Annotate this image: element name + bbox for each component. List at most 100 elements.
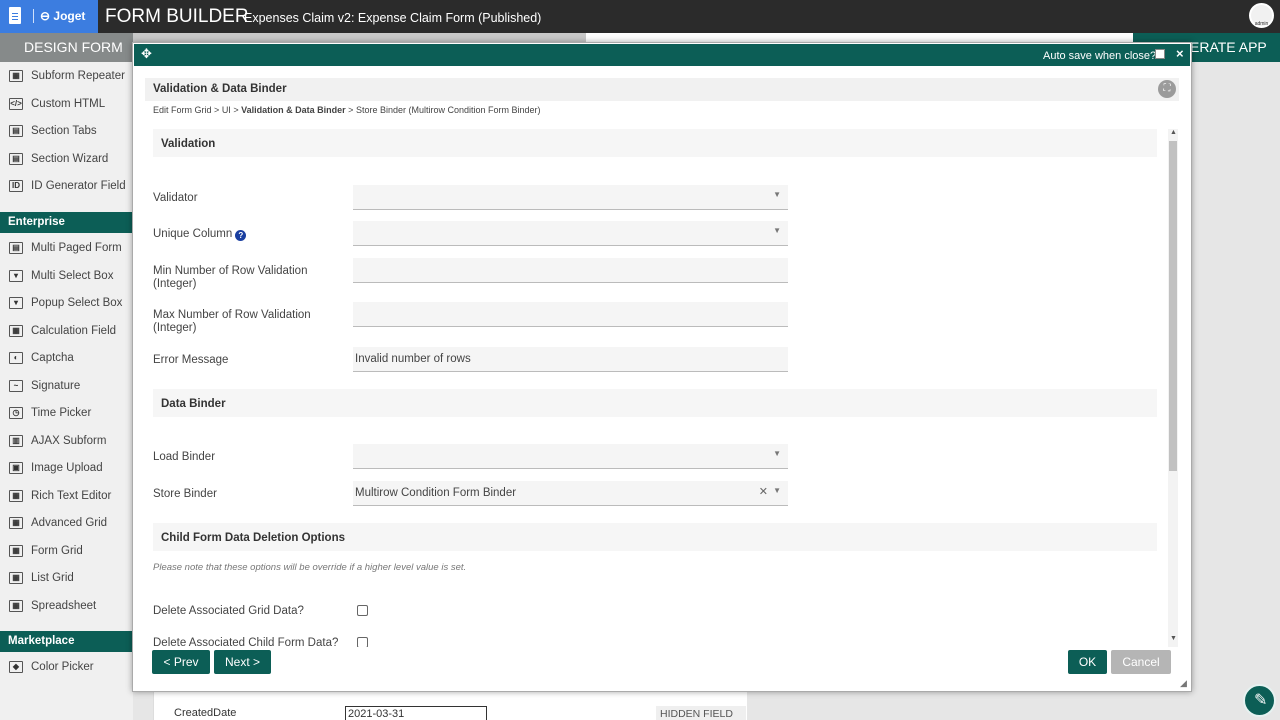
palette-item-rich-text-editor[interactable]: ▦ Rich Text Editor [6,483,131,510]
pencil-icon: ✎ [1254,692,1268,709]
store-binder-label: Store Binder [153,488,217,500]
palette-item-advanced-grid[interactable]: ▦ Advanced Grid [6,510,131,537]
error-message-input[interactable]: Invalid number of rows [353,347,788,372]
palette-item-captcha[interactable]: ◐ Captcha [6,345,131,372]
palette-item-popup-select-box[interactable]: ▾ Popup Select Box [6,290,131,317]
palette-item-label: AJAX Subform [31,434,107,447]
palette-item-image-upload[interactable]: ▣ Image Upload [6,455,131,482]
chevron-down-icon: ▼ [773,486,781,495]
validator-label: Validator [153,192,198,204]
load-binder-label: Load Binder [153,451,216,463]
palette-item-label: Color Picker [31,661,94,673]
delete-grid-label: Delete Associated Grid Data? [153,605,304,617]
breadcrumb-separator: > [233,105,239,115]
help-icon[interactable]: ? [235,230,247,241]
palette-item-form-grid[interactable]: ▦ Form Grid [6,538,131,565]
deletion-note: Please note that these options will be o… [153,562,467,573]
palette-item-label: Custom HTML [31,97,106,110]
palette-item-label: ID Generator Field [31,180,126,192]
palette-item-label: Image Upload [31,462,103,474]
ajax-subform-icon: ▥ [9,434,23,447]
palette-item-ajax-subform[interactable]: ▥ AJAX Subform [6,428,131,455]
palette-item-custom-html[interactable]: </> Custom HTML [6,91,131,118]
breadcrumb-item[interactable]: UI [222,105,231,115]
breadcrumb-item[interactable]: Store Binder (Multirow Condition Form Bi… [356,105,541,115]
app-title: FORM BUILDER [105,6,249,27]
palette-item-label: Rich Text Editor [31,489,112,502]
fullscreen-icon[interactable]: ⛶ [1158,80,1176,98]
scrollbar[interactable]: ▲ ▼ [1168,129,1178,647]
palette-item-time-picker[interactable]: ◷ Time Picker [6,400,131,427]
scroll-up-icon[interactable]: ▲ [1170,129,1177,136]
breadcrumb-item[interactable]: Edit Form Grid [153,105,212,115]
time-picker-icon: ◷ [9,407,23,419]
advanced-grid-icon: ▦ [9,517,23,529]
unique-column-select[interactable]: ▼ [353,221,788,246]
palette-item-id-generator-field[interactable]: ID ID Generator Field [6,173,131,200]
dialog-titlebar[interactable]: ✥ Auto save when close? × [134,44,1190,66]
edit-fab-button[interactable]: ✎ [1243,684,1276,717]
palette-item-signature[interactable]: ~ Signature [6,373,131,400]
hidden-field-badge: HIDDEN FIELD [656,706,746,720]
panel-header: Validation & Data Binder ⛶ [145,78,1179,101]
delete-grid-checkbox[interactable] [357,605,368,616]
move-icon[interactable]: ✥ [141,46,152,62]
min-rows-input[interactable] [353,258,788,283]
created-date-field[interactable]: 2021-03-31 [345,706,487,720]
breadcrumb-separator: > [214,105,220,115]
palette-item-calculation-field[interactable]: ▦ Calculation Field [6,318,131,345]
palette-item-label: Advanced Grid [31,517,108,529]
palette-item-section-wizard[interactable]: ▤ Section Wizard [6,146,131,173]
load-binder-select[interactable]: ▼ [353,444,788,469]
chevron-down-icon: ▼ [773,449,781,458]
properties-dialog: ✥ Auto save when close? × Validation & D… [132,42,1192,692]
palette-item-multi-paged-form[interactable]: ▤ Multi Paged Form [6,235,131,262]
calculation-field-icon: ▦ [9,324,23,337]
max-rows-label: Max Number of Row Validation (Integer) [153,309,311,334]
id-generator-field-icon: ID [9,180,23,192]
error-message-label: Error Message [153,354,229,366]
captcha-icon: ◐ [9,352,23,364]
panel-title: Validation & Data Binder [153,83,287,95]
prev-button[interactable]: < Prev [152,650,210,674]
scrollbar-thumb[interactable] [1169,141,1177,471]
popup-select-box-icon: ▾ [9,297,23,309]
form-subtitle: Expenses Claim v2: Expense Claim Form (P… [244,11,542,25]
delete-child-checkbox[interactable] [357,637,368,647]
resize-handle-icon[interactable]: ◢ [1180,678,1187,689]
palette-item-label: Section Wizard [31,152,109,165]
store-binder-select[interactable]: Multirow Condition Form Binder ✕ ▼ [353,481,788,506]
chevron-down-icon: ▼ [773,190,781,199]
palette-item-label: Form Grid [31,544,83,557]
palette-item-section-tabs[interactable]: ▤ Section Tabs [6,118,131,145]
cancel-button[interactable]: Cancel [1111,650,1171,674]
palette-item-label: List Grid [31,572,74,584]
auto-save-checkbox[interactable] [1155,49,1165,59]
validator-select[interactable]: ▼ [353,185,788,210]
palette-item-spreadsheet[interactable]: ▦ Spreadsheet [6,593,131,620]
joget-logo: ⊖ Joget [40,9,86,23]
palette-item-label: Multi Paged Form [31,242,122,254]
close-icon[interactable]: × [1176,46,1184,61]
sidebar-header-enterprise: Enterprise [0,212,132,233]
logo-area[interactable]: ⊖ Joget [0,0,98,33]
rich-text-editor-icon: ▦ [9,489,23,502]
chevron-down-icon: ▼ [773,226,781,235]
next-button[interactable]: Next > [214,650,271,674]
document-icon [9,7,21,24]
palette-item-multi-select-box[interactable]: ▾ Multi Select Box [6,263,131,290]
clear-icon[interactable]: ✕ [759,485,768,498]
scroll-down-icon[interactable]: ▼ [1170,635,1177,642]
palette-item-color-picker[interactable]: ◆ Color Picker [6,654,131,681]
palette-item-list-grid[interactable]: ▦ List Grid [6,565,131,592]
properties-scroll-area[interactable]: Validation Validator ▼ Unique Column? ▼ … [153,129,1157,647]
breadcrumb-separator: > [348,105,354,115]
section-deletion-options: Child Form Data Deletion Options [153,523,1157,551]
palette-item-label: Subform Repeater [31,70,125,82]
palette-item-subform-repeater[interactable]: ▦ Subform Repeater [6,63,131,90]
section-tabs-icon: ▤ [9,125,23,137]
ok-button[interactable]: OK [1068,650,1107,674]
tab-design-form[interactable]: DESIGN FORM [0,33,133,62]
spreadsheet-icon: ▦ [9,599,23,612]
max-rows-input[interactable] [353,302,788,327]
